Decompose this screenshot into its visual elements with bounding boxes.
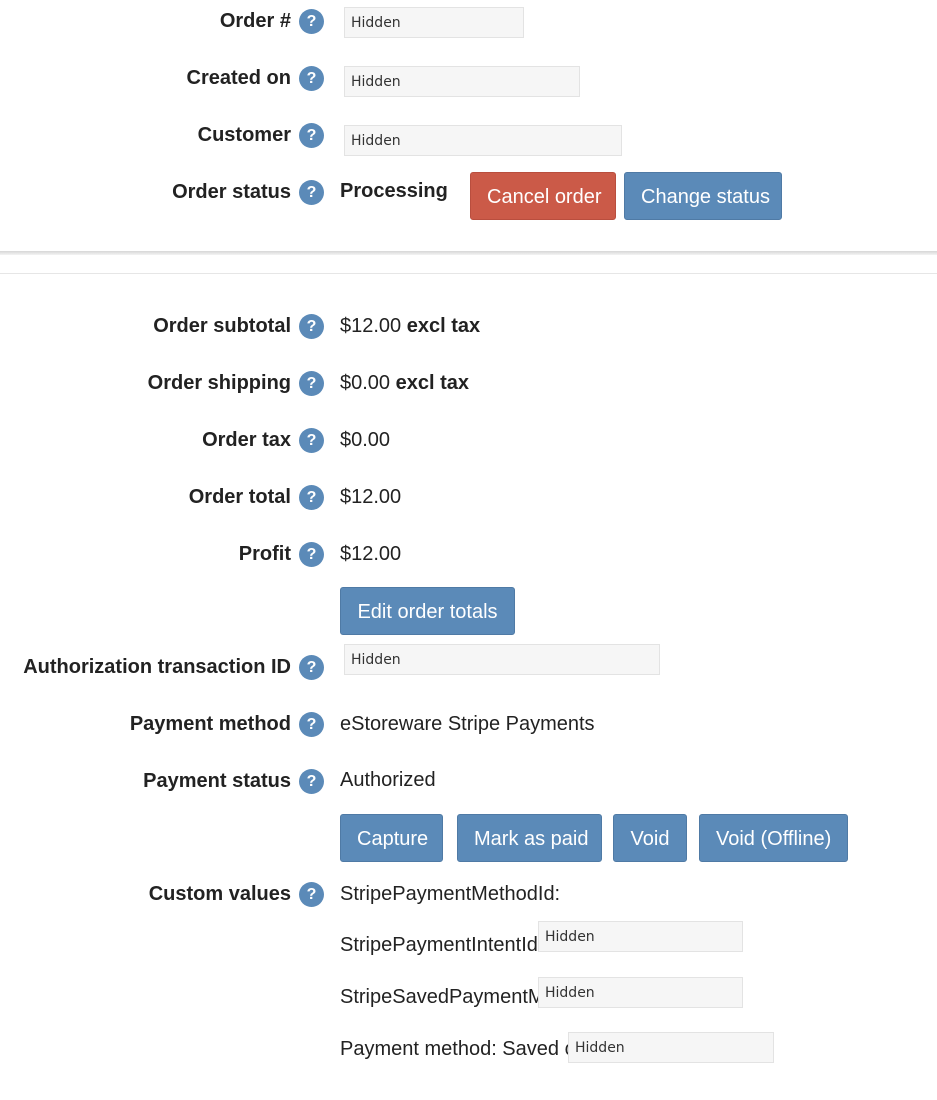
payment-method-value: eStoreware Stripe Payments [340,713,595,735]
help-icon[interactable]: ? [299,882,324,907]
hidden-redaction: Hidden [568,1032,774,1063]
section-divider-line [0,273,937,274]
payment-status-label: Payment status [143,770,291,792]
created-on-label: Created on [186,67,291,89]
help-icon[interactable]: ? [299,428,324,453]
order-shipping-value: $0.00 excl tax [340,372,469,395]
help-icon[interactable]: ? [299,123,324,148]
order-status-label: Order status [172,181,291,203]
shipping-suffix: excl tax [395,372,470,394]
profit-label: Profit [238,543,291,565]
order-tax-value: $0.00 [340,429,391,451]
help-icon[interactable]: ? [299,9,324,34]
help-icon[interactable]: ? [299,769,324,794]
order-subtotal-value: $12.00 excl tax [340,315,480,338]
void-button[interactable]: Void [613,814,687,862]
hidden-redaction: Hidden [344,644,660,675]
order-tax-label: Order tax [202,429,291,451]
custom-value-line: Payment method: Saved c [340,1038,575,1060]
custom-value-line: StripePaymentMethodId: [340,883,561,905]
authorization-transaction-id-label: Authorization transaction ID [23,656,291,678]
help-icon[interactable]: ? [299,371,324,396]
customer-label: Customer [197,124,291,146]
order-total-value: $12.00 [340,486,402,508]
profit-value: $12.00 [340,543,402,565]
cancel-order-button[interactable]: Cancel order [470,172,616,220]
subtotal-amount: $12.00 [340,315,402,337]
custom-value-line: StripePaymentIntentId [340,934,538,956]
help-icon[interactable]: ? [299,655,324,680]
change-status-button[interactable]: Change status [624,172,782,220]
edit-order-totals-button[interactable]: Edit order totals [340,587,515,635]
payment-method-label: Payment method [129,713,291,735]
order-shipping-label: Order shipping [147,372,291,394]
order-subtotal-label: Order subtotal [153,315,291,337]
help-icon[interactable]: ? [299,180,324,205]
void-offline-button[interactable]: Void (Offline) [699,814,848,862]
hidden-redaction: Hidden [344,66,580,97]
help-icon[interactable]: ? [299,485,324,510]
hidden-redaction: Hidden [538,921,743,952]
help-icon[interactable]: ? [299,314,324,339]
hidden-redaction: Hidden [538,977,743,1008]
hidden-redaction: Hidden [344,125,622,156]
hidden-redaction: Hidden [344,7,524,38]
help-icon[interactable]: ? [299,712,324,737]
payment-status-value: Authorized [340,769,436,791]
section-divider [0,251,937,255]
mark-as-paid-button[interactable]: Mark as paid [457,814,602,862]
help-icon[interactable]: ? [299,66,324,91]
custom-values-label: Custom values [148,883,291,905]
order-number-label: Order # [219,10,291,32]
shipping-amount: $0.00 [340,372,391,394]
capture-button[interactable]: Capture [340,814,443,862]
order-status-value: Processing [340,180,448,202]
subtotal-suffix: excl tax [406,315,481,337]
help-icon[interactable]: ? [299,542,324,567]
order-total-label: Order total [188,486,291,508]
